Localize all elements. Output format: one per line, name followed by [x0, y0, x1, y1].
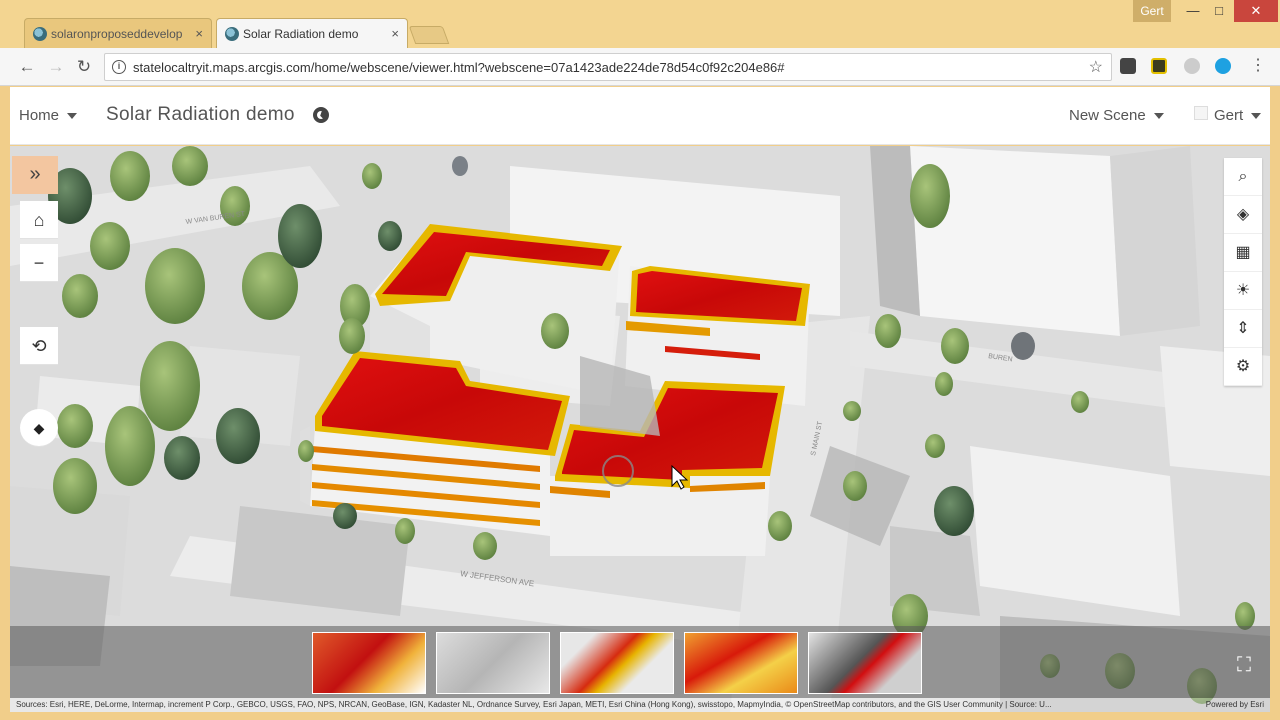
tab-close-icon[interactable]: × [391, 19, 399, 48]
browser-titlebar: solaronproposeddevelop × Solar Radiation… [0, 0, 1280, 48]
attribution-bar: Sources: Esri, HERE, DeLorme, Intermap, … [10, 698, 1270, 712]
reload-icon[interactable]: ↻ [73, 56, 95, 78]
globe-favicon-icon [33, 27, 47, 41]
user-menu[interactable]: Gert [1192, 107, 1262, 124]
slides-strip [10, 626, 1270, 698]
new-tab-button[interactable] [408, 26, 450, 44]
slide-thumbnail[interactable] [436, 632, 550, 694]
right-toolbar: ⌕ ◈ ▦ ☀ ⇕ ⚙ [1224, 158, 1262, 386]
tab-solar-radiation-demo[interactable]: Solar Radiation demo × [216, 18, 408, 48]
new-scene-label: New Scene [1069, 107, 1146, 124]
address-bar[interactable]: i statelocaltryit.maps.arcgis.com/home/w… [104, 53, 1112, 81]
globe-icon[interactable] [313, 107, 329, 123]
slide-thumbnail[interactable] [684, 632, 798, 694]
tab-title: Solar Radiation demo [243, 27, 359, 41]
expand-panel-button[interactable]: » [12, 156, 58, 194]
fullscreen-icon[interactable]: ⛶ [1233, 654, 1255, 676]
scene-title: Solar Radiation demo [106, 104, 295, 125]
chevron-down-icon [1251, 113, 1262, 120]
daylight-icon[interactable]: ☀ [1224, 272, 1262, 310]
tab-close-icon[interactable]: × [195, 19, 203, 48]
measure-icon[interactable]: ⇕ [1224, 310, 1262, 348]
compass-icon[interactable]: ◆ [20, 409, 58, 447]
settings-icon[interactable]: ⚙ [1224, 348, 1262, 386]
slide-thumbnail[interactable] [560, 632, 674, 694]
extension-icon[interactable] [1120, 58, 1136, 74]
browser-profile-badge[interactable]: Gert [1133, 0, 1171, 22]
slide-thumbnail[interactable] [312, 632, 426, 694]
skype-icon[interactable] [1215, 58, 1231, 74]
globe-favicon-icon [225, 27, 239, 41]
user-label: Gert [1214, 107, 1244, 124]
forward-arrow-icon[interactable]: → [45, 56, 67, 78]
maximize-icon[interactable]: □ [1204, 0, 1234, 22]
attribution-text: Sources: Esri, HERE, DeLorme, Intermap, … [16, 700, 1052, 709]
url-text[interactable]: statelocaltryit.maps.arcgis.com/home/web… [133, 60, 785, 75]
home-label: Home [19, 107, 60, 124]
basemap-icon[interactable]: ▦ [1224, 234, 1262, 272]
chevron-down-icon [1153, 113, 1164, 120]
powered-by-esri[interactable]: Powered by Esri [1206, 698, 1264, 712]
chevron-down-icon [67, 113, 78, 120]
back-arrow-icon[interactable]: ← [16, 56, 38, 78]
window-close-icon[interactable]: ✕ [1234, 0, 1278, 22]
browser-toolbar: ← → ↻ i statelocaltryit.maps.arcgis.com/… [0, 48, 1280, 86]
home-menu[interactable]: Home [19, 107, 78, 124]
tab-title: solaronproposeddevelop [51, 27, 183, 41]
new-scene-menu[interactable]: New Scene [1069, 107, 1164, 124]
search-icon[interactable]: ⌕ [1224, 158, 1262, 196]
layers-icon[interactable]: ◈ [1224, 196, 1262, 234]
home-view-button[interactable]: ⌂ [20, 201, 58, 239]
extension-icon[interactable] [1184, 58, 1200, 74]
bookmark-star-icon[interactable]: ☆ [1089, 57, 1103, 77]
site-info-icon[interactable]: i [112, 60, 126, 74]
rotate-button[interactable]: ⟲ [20, 327, 58, 365]
extension-icon[interactable] [1151, 58, 1167, 74]
browser-menu-icon[interactable]: ⋮ [1250, 55, 1266, 75]
tab-solaronproposed[interactable]: solaronproposeddevelop × [24, 18, 212, 48]
scene-view[interactable]: W VAN BUREN ST W JEFFERSON AVE S MAIN ST… [10, 146, 1270, 712]
slide-thumbnail[interactable] [808, 632, 922, 694]
app-header: Home Solar Radiation demo New Scene Gert [10, 87, 1270, 145]
zoom-out-button[interactable]: − [20, 244, 58, 282]
